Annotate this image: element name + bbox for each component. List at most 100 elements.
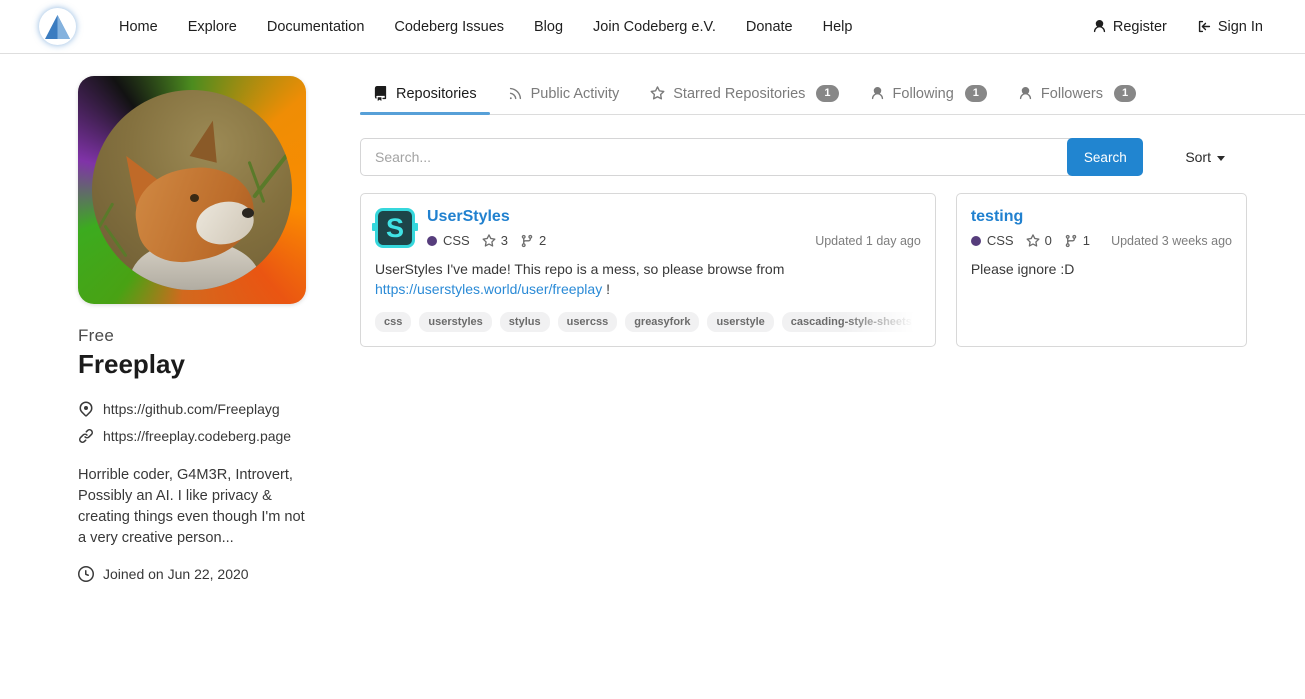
nav-explore[interactable]: Explore <box>173 0 252 54</box>
topic-pill[interactable]: cascading-style-sheets <box>782 312 921 332</box>
repo-language: CSS <box>987 233 1014 248</box>
profile-website-row: https://freeplay.codeberg.page <box>78 428 306 444</box>
nav-blog[interactable]: Blog <box>519 0 578 54</box>
search-box: Search <box>360 138 1143 176</box>
fox-ear <box>190 117 227 163</box>
main-nav: Home Explore Documentation Codeberg Issu… <box>104 0 867 54</box>
tab-repositories[interactable]: Repositories <box>360 76 490 114</box>
nav-home[interactable]: Home <box>104 0 173 54</box>
repo-description: UserStyles I've made! This repo is a mes… <box>375 259 921 300</box>
profile-location-text: https://github.com/Freeplayg <box>103 401 280 417</box>
topic-pill[interactable]: stylus <box>500 312 550 332</box>
profile-username: Freeplay <box>78 349 306 380</box>
profile-avatar <box>78 76 306 304</box>
nav-documentation[interactable]: Documentation <box>252 0 380 54</box>
repo-link-testing[interactable]: testing <box>971 208 1023 226</box>
search-input[interactable] <box>360 138 1143 176</box>
profile-content: Repositories Public Activity Starred Rep… <box>360 76 1305 347</box>
star-icon <box>482 234 496 248</box>
chevron-down-icon <box>1217 156 1225 161</box>
clock-icon <box>78 566 94 582</box>
person-icon <box>1092 19 1107 34</box>
repo-link-userstyles[interactable]: UserStyles <box>427 208 510 226</box>
repo-card-testing: testing CSS 0 1 Up <box>956 193 1247 347</box>
repo-meta: CSS 0 1 Updated 3 weeks ago <box>971 233 1232 248</box>
topic-pill[interactable]: userstyle <box>707 312 773 332</box>
profile-full-name: Free <box>78 326 306 346</box>
profile-sidebar: Free Freeplay https://github.com/Freepla… <box>78 76 306 582</box>
fork-count: 1 <box>1083 233 1090 248</box>
sort-label: Sort <box>1185 149 1211 165</box>
git-branch-icon <box>520 234 534 248</box>
repo-updated: Updated 3 weeks ago <box>1111 234 1232 248</box>
repo-avatar-letter: S <box>386 213 404 244</box>
tab-following[interactable]: Following 1 <box>857 76 1000 114</box>
pine-sprig <box>103 225 127 258</box>
topic-list: css userstyles stylus usercss greasyfork… <box>375 312 921 332</box>
star-count: 3 <box>501 233 508 248</box>
main-header: Home Explore Documentation Codeberg Issu… <box>0 0 1305 54</box>
repo-icon <box>373 86 388 101</box>
star-count: 0 <box>1045 233 1052 248</box>
repo-stars: 0 <box>1026 233 1052 248</box>
sign-in-icon <box>1197 19 1212 34</box>
profile-tabs: Repositories Public Activity Starred Rep… <box>360 76 1305 115</box>
language-dot <box>971 236 981 246</box>
topic-pill[interactable]: userstyles <box>419 312 491 332</box>
profile-website-link[interactable]: https://freeplay.codeberg.page <box>103 428 291 444</box>
tab-label: Followers <box>1041 86 1103 102</box>
tab-followers[interactable]: Followers 1 <box>1005 76 1149 114</box>
nav-join-codeberg[interactable]: Join Codeberg e.V. <box>578 0 731 54</box>
nav-donate[interactable]: Donate <box>731 0 808 54</box>
repository-list: S UserStyles CSS 3 <box>360 193 1247 347</box>
tab-public-activity[interactable]: Public Activity <box>495 76 633 114</box>
topic-pill[interactable]: css <box>375 312 411 332</box>
fox-eye <box>190 194 199 202</box>
topic-pill[interactable]: usercss <box>558 312 618 332</box>
repo-language: CSS <box>443 233 470 248</box>
language-dot <box>427 236 437 246</box>
repo-stars: 3 <box>482 233 508 248</box>
tab-starred-repositories[interactable]: Starred Repositories 1 <box>637 76 851 114</box>
description-link[interactable]: https://userstyles.world/user/freeplay <box>375 281 602 297</box>
repo-forks: 2 <box>520 233 546 248</box>
sign-in-link[interactable]: Sign In <box>1197 19 1263 35</box>
repo-search-row: Search Sort <box>360 138 1247 176</box>
repo-meta: CSS 3 2 Updated 1 day ago <box>427 233 921 248</box>
header-auth-links: Register Sign In <box>1092 19 1263 35</box>
repo-card-userstyles: S UserStyles CSS 3 <box>360 193 936 347</box>
person-icon <box>870 86 885 101</box>
git-branch-icon <box>1064 234 1078 248</box>
register-label: Register <box>1113 19 1167 35</box>
repo-avatar-userstyles[interactable]: S <box>375 208 415 248</box>
repo-updated: Updated 1 day ago <box>815 234 921 248</box>
rss-icon <box>508 86 523 101</box>
profile-bio: Horrible coder, G4M3R, Introvert, Possib… <box>78 465 308 549</box>
fox-avatar-image <box>92 90 292 290</box>
codeberg-logo[interactable] <box>39 8 76 45</box>
link-icon <box>78 428 94 444</box>
tab-label: Starred Repositories <box>673 86 805 102</box>
starred-count-badge: 1 <box>816 85 838 102</box>
profile-location-row: https://github.com/Freeplayg <box>78 401 306 417</box>
nav-help[interactable]: Help <box>808 0 868 54</box>
sort-dropdown[interactable]: Sort <box>1185 149 1225 165</box>
tab-label: Repositories <box>396 86 477 102</box>
topic-pill[interactable]: greasyfork <box>625 312 699 332</box>
star-icon <box>1026 234 1040 248</box>
fox-nose <box>242 208 254 218</box>
search-button[interactable]: Search <box>1067 138 1143 176</box>
profile-joined-text: Joined on Jun 22, 2020 <box>103 566 249 582</box>
fork-count: 2 <box>539 233 546 248</box>
followers-count-badge: 1 <box>1114 85 1136 102</box>
profile-joined-row: Joined on Jun 22, 2020 <box>78 566 306 582</box>
person-icon <box>1018 86 1033 101</box>
repo-forks: 1 <box>1064 233 1090 248</box>
star-icon <box>650 86 665 101</box>
nav-codeberg-issues[interactable]: Codeberg Issues <box>379 0 519 54</box>
mountain-icon <box>39 8 76 45</box>
profile-meta: https://github.com/Freeplayg https://fre… <box>78 401 306 444</box>
register-link[interactable]: Register <box>1092 19 1167 35</box>
location-icon <box>78 401 94 417</box>
following-count-badge: 1 <box>965 85 987 102</box>
